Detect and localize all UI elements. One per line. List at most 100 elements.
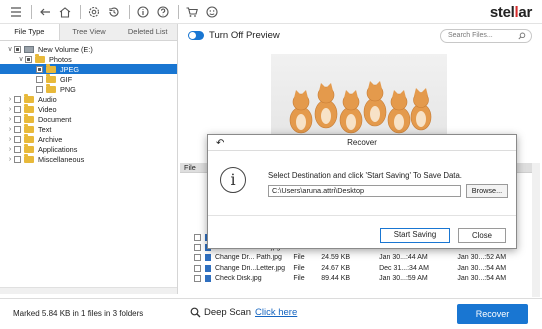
cell-size: 89.44 KB [321,275,351,283]
row-checkbox[interactable] [194,233,201,241]
toolbar-divider [129,4,130,19]
destination-path-input[interactable]: C:\Users\aruna.attri\Desktop [268,185,461,197]
menu-icon[interactable] [8,4,24,20]
tree-item[interactable]: › Audio [0,93,177,104]
search-icon[interactable] [518,32,526,40]
row-checkbox[interactable] [194,254,201,262]
tree-item[interactable]: › Applications [0,143,177,154]
tree-item-label: Archive [38,134,63,144]
tree-item[interactable]: PNG [0,83,177,94]
tree-item-label: New Volume (E:) [38,44,93,54]
dialog-divider [208,215,516,216]
toggle-switch[interactable] [188,31,204,40]
chevron-icon[interactable]: ∨ [17,55,25,63]
folder-icon [24,103,34,113]
chevron-icon[interactable]: › [6,146,14,153]
back-icon[interactable] [37,4,53,20]
stellar-logo: stellar [489,4,532,21]
tree-item[interactable]: ∨ Photos [0,53,177,64]
cell-type: File [293,275,305,283]
tree-item[interactable]: › Video [0,103,177,114]
vertical-scrollbar[interactable] [532,163,540,297]
dialog-back-icon[interactable]: ↶ [216,136,224,152]
cell-type: File [293,254,305,262]
chevron-icon[interactable]: › [6,126,14,133]
history-icon[interactable] [106,4,122,20]
start-saving-button[interactable]: Start Saving [380,228,450,243]
table-row[interactable]: Change Dri...Letter.jpg File 24.67 KB Dec 3… [180,263,532,273]
tree-checkbox[interactable] [36,65,43,73]
tab-tree-view[interactable]: Tree View [60,24,119,40]
recover-button[interactable]: Recover [457,304,528,324]
folder-icon [46,63,56,73]
folder-icon [24,143,34,153]
folder-icon [24,133,34,143]
close-button[interactable]: Close [458,228,506,243]
folder-icon [46,73,56,83]
tree-checkbox[interactable] [36,75,43,83]
chevron-icon[interactable]: › [6,96,14,103]
cart-icon[interactable] [184,4,200,20]
tree-item-label: JPEG [60,64,80,74]
chevron-icon[interactable]: ∨ [6,45,14,53]
tree-item[interactable]: › Document [0,113,177,124]
info-icon[interactable] [135,4,151,20]
account-icon[interactable] [204,4,220,20]
folder-icon [24,93,34,103]
tree-item[interactable]: ∨ New Volume (E:) [0,44,177,54]
row-checkbox[interactable] [194,244,201,252]
table-row[interactable]: Check Disk.jpg File 89.44 KB Jan 30...:59 A… [180,274,532,284]
tree-item[interactable]: GIF [0,73,177,84]
tree-checkbox[interactable] [14,45,21,53]
tree-item-label: PNG [60,84,76,94]
tree-checkbox[interactable] [14,105,21,113]
tree-checkbox[interactable] [14,125,21,133]
tree-checkbox[interactable] [14,115,21,123]
chevron-icon[interactable]: › [6,136,14,143]
tree-item[interactable]: JPEG [0,63,177,74]
dialog-title: Recover [347,138,377,147]
tree-item[interactable]: › Miscellaneous [0,153,177,164]
browse-button[interactable]: Browse... [466,184,508,198]
help-icon[interactable] [155,4,171,20]
cell-modified: Jan 30...:54 AM [457,275,507,283]
column-header-file[interactable]: File [184,163,196,172]
tree-item[interactable]: › Text [0,123,177,134]
tree-checkbox[interactable] [25,55,32,63]
tree-item[interactable]: › Archive [0,133,177,144]
search-input[interactable]: Search Files... [440,29,532,43]
chevron-icon[interactable]: › [6,106,14,113]
tree-checkbox[interactable] [14,135,21,143]
preview-toggle[interactable]: Turn Off Preview [188,30,280,41]
tab-deleted-list[interactable]: Deleted List [118,24,177,40]
dialog-titlebar: ↶ Recover [208,135,516,151]
tab-file-type[interactable]: File Type [0,24,60,40]
bottom-bar: Marked 5.84 KB in 1 files in 3 folders D… [0,298,542,329]
cell-name: Change Dr... Path.jpg [215,254,282,262]
row-checkbox[interactable] [194,275,201,283]
deep-scan-link[interactable]: Click here [255,307,297,318]
row-checkbox[interactable] [194,264,201,272]
settings-icon[interactable] [86,4,102,20]
tree-item-label: Text [38,124,52,134]
tree-item-label: Applications [38,144,78,154]
recover-dialog: ↶ Recover i Select Destination and click… [207,134,517,249]
chevron-icon[interactable]: › [6,116,14,123]
tree-item-label: Audio [38,94,57,104]
preview-toggle-label: Turn Off Preview [209,30,280,41]
chevron-icon[interactable]: › [6,156,14,163]
tree-checkbox[interactable] [14,155,21,163]
horizontal-scrollbar[interactable] [0,287,177,294]
file-icon [205,254,211,262]
table-row[interactable]: Change Dr... Path.jpg File 24.59 KB Jan 30.… [180,253,532,263]
cell-type: File [293,264,305,272]
magnifier-icon [190,307,201,318]
folder-icon [46,83,56,93]
home-icon[interactable] [57,4,73,20]
tree-checkbox[interactable] [36,85,43,93]
view-tabs: File Type Tree View Deleted List [0,24,177,41]
tree-checkbox[interactable] [14,145,21,153]
cell-created: Jan 30...:59 AM [379,275,428,283]
cell-modified: Jan 30...:52 AM [457,254,507,262]
tree-checkbox[interactable] [14,95,21,103]
